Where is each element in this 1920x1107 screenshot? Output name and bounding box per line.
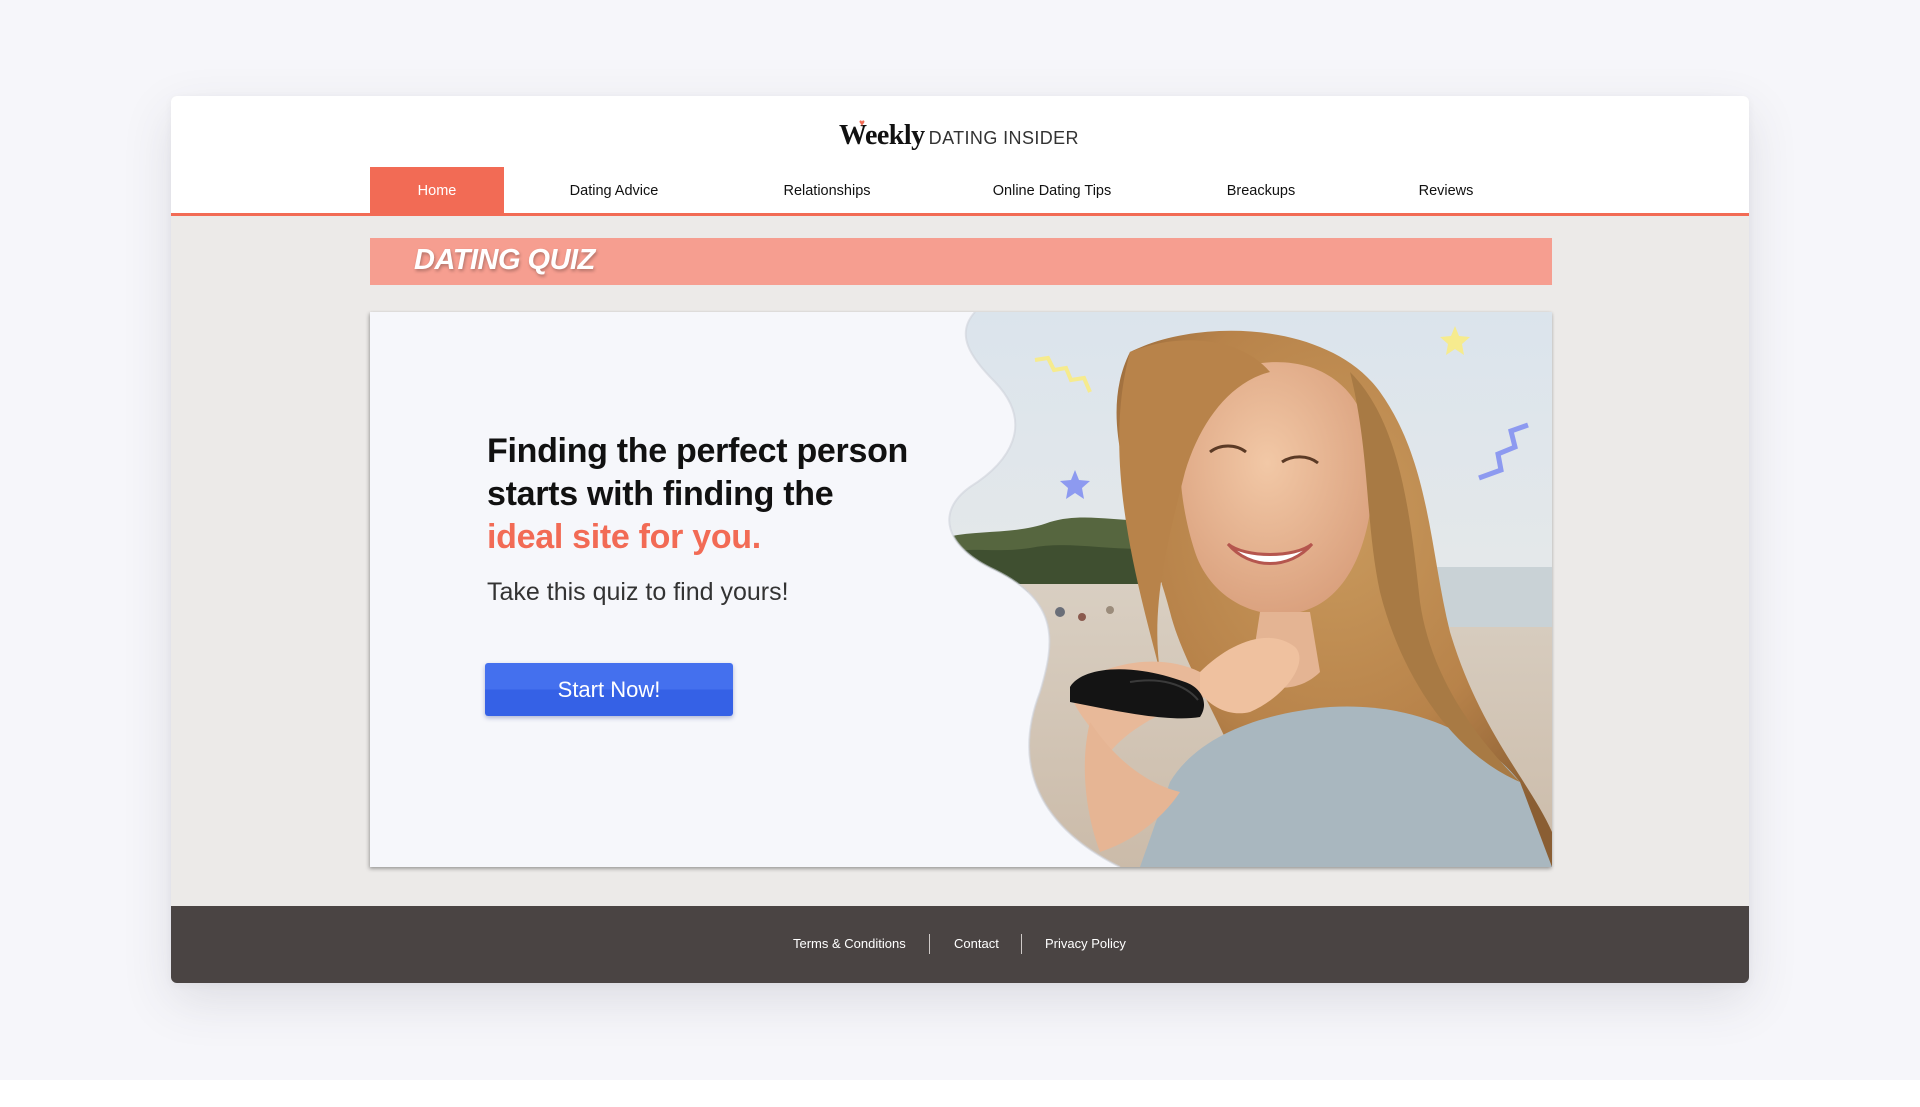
photo-content [949,312,1552,867]
nav-item-breackups[interactable]: Breackups [1211,167,1311,213]
site-logo[interactable]: ♥ Weekly DATING INSIDER [839,118,1079,154]
nav-item-home[interactable]: Home [370,167,504,213]
nav-item-relationships[interactable]: Relationships [760,167,894,213]
site-header: ♥ Weekly DATING INSIDER Home Dating Advice… [171,96,1749,216]
site-footer: Terms & Conditions Contact Privacy Polic… [171,906,1749,983]
nav-item-reviews[interactable]: Reviews [1401,167,1491,213]
nav-item-dating-advice[interactable]: Dating Advice [551,167,677,213]
logo-secondary-text: DATING INSIDER [928,128,1079,148]
main-navigation: Home Dating Advice Relationships Online … [370,167,1550,213]
heart-icon: ♥ [859,118,865,129]
start-now-button[interactable]: Start Now! [485,663,733,716]
footer-link-privacy[interactable]: Privacy Policy [1045,936,1126,951]
quiz-title: DATING QUIZ [414,244,595,276]
footer-link-contact[interactable]: Contact [954,936,999,951]
headline-line-1: Finding the perfect person [487,432,909,470]
nav-item-online-dating-tips[interactable]: Online Dating Tips [968,167,1136,213]
headline-line-2: starts with finding the [487,475,834,513]
headline-accent: ideal site for you. [487,518,761,556]
footer-link-terms[interactable]: Terms & Conditions [793,936,906,951]
logo-primary-text: Weekly [839,120,925,151]
footer-divider [929,934,930,954]
hero-subtext: Take this quiz to find yours! [487,578,789,606]
quiz-banner: DATING QUIZ [370,238,1552,285]
website-window: ♥ Weekly DATING INSIDER Home Dating Advice… [171,96,1749,983]
hero-headline: Finding the perfect person starts with f… [487,430,957,559]
logo-wordmark: ♥ Weekly [839,118,925,152]
footer-divider [1021,934,1022,954]
quiz-hero-card: Finding the perfect person starts with f… [370,312,1552,867]
page-bottom-strip [0,1080,1920,1107]
